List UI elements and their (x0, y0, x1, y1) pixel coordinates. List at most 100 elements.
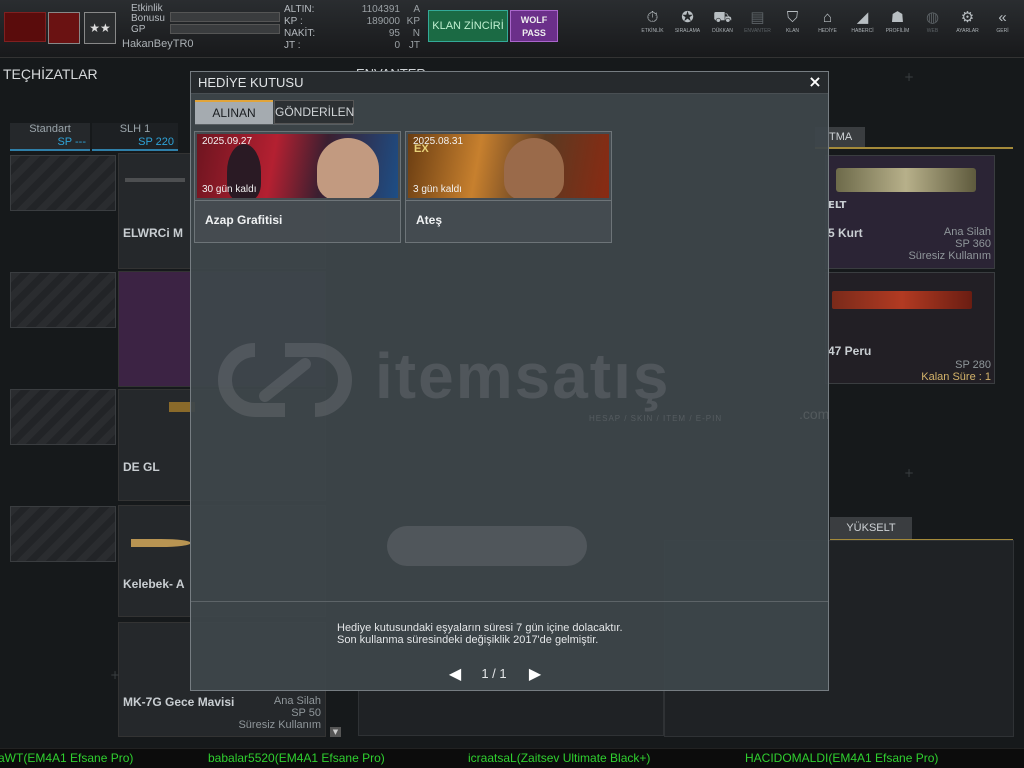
nav-label: KLAN (785, 28, 800, 34)
gift-days-left: 30 gün kaldı (202, 184, 257, 195)
tab-standart-label: Standart (29, 123, 71, 135)
elite-badge: ELT (828, 200, 847, 211)
tab-received[interactable]: ALINAN (195, 100, 273, 124)
profile-icon: ☗ (890, 9, 905, 26)
watermark-text: itemsatış (375, 340, 671, 412)
wolf-pass-label-1: WOLF (520, 15, 548, 25)
wolf-pass-button[interactable]: WOLF PASS (510, 10, 558, 42)
ticker-item: HACIDOMALDI(EM4A1 Efsane Pro) (745, 751, 939, 765)
currency-row-jt: JT :0 JT (284, 40, 420, 51)
nav-inventory[interactable]: ▤ ENVANTER (740, 8, 775, 34)
gift-date: 2025.09.27 (202, 136, 253, 147)
equipment-title: TEÇHİZATLAR (3, 66, 98, 82)
back-icon: « (998, 9, 1007, 26)
ticker-item: aWT(EM4A1 Efsane Pro) (0, 751, 134, 765)
wolf-pass-label-2: PASS (522, 28, 546, 38)
watermark-logo-icon (218, 343, 352, 417)
gear-icon: ⚙ (960, 9, 975, 26)
currency-row-cash: NAKİT: 95 N (284, 28, 420, 39)
gp-bar (170, 24, 280, 34)
equipment-slot[interactable] (10, 155, 116, 211)
weapon-name: MK-7G Gece Mavisi (123, 695, 235, 709)
expiry-note: Hediye kutusundaki eşyaların süresi 7 gü… (337, 622, 623, 646)
page-indicator: 1 / 1 (481, 666, 507, 681)
tab-upgrade[interactable]: YÜKSELT (830, 517, 912, 539)
divider (406, 200, 611, 201)
pagination: ◀ 1 / 1 ▶ (445, 664, 545, 686)
gp-label: GP (131, 24, 146, 35)
gift-item[interactable]: EX 2025.08.31 3 gün kaldı Ateş (405, 131, 612, 243)
tab-sent[interactable]: GÖNDERİLEN (274, 100, 354, 124)
gift-item[interactable]: 2025.09.27 30 gün kaldı Azap Grafitisi (194, 131, 401, 243)
top-bar: ★★ Etkinlik Bonusu GP HakanBeyTR0 ALTIN:… (0, 0, 1024, 58)
gift-image: EX 2025.08.31 3 gün kaldı (408, 134, 609, 198)
expiry-note-line-1: Hediye kutusundaki eşyaların süresi 7 gü… (337, 622, 623, 634)
weapon-meta: SP 280 Kalan Süre : 1 (921, 359, 991, 383)
currency-row-kp: KP :189000 KP (284, 16, 420, 27)
weapon-card[interactable]: ELT 5 Kurt Ana Silah SP 360 Süresiz Kull… (825, 155, 995, 269)
tab-standart-sp: SP --- (57, 136, 86, 148)
tab-slh1[interactable]: SLH 1 SP 220 (92, 123, 178, 151)
character-face (317, 138, 379, 198)
rank-badge[interactable] (48, 12, 80, 44)
gift-box-dialog: HEDİYE KUTUSU × ALINAN GÖNDERİLEN 2025.0… (190, 71, 829, 691)
footer-divider (191, 601, 828, 602)
blurred-background (387, 526, 587, 566)
equipment-slot[interactable] (10, 272, 116, 328)
gift-name: Ateş (416, 213, 443, 227)
nav-label: ENVANTER (744, 28, 771, 34)
shield-icon: ⛉ (786, 9, 799, 26)
weapon-card[interactable]: 47 Peru SP 280 Kalan Süre : 1 (825, 272, 995, 384)
next-page-button[interactable]: ▶ (525, 664, 545, 686)
inventory-footer (358, 690, 664, 736)
nav-profile[interactable]: ☗ PROFİLİM (880, 8, 915, 34)
gift-image: 2025.09.27 30 gün kaldı (197, 134, 398, 198)
weapon-name: DE GL (123, 460, 160, 474)
main-nav: ⏱ ETKİNLİK ✪ SIRALAMA ⛟ DÜKKAN ▤ ENVANTER ⛉ KLAN ⌂… (635, 8, 1020, 34)
tab-slh1-label: SLH 1 (119, 123, 151, 135)
plus-icon: + (110, 668, 121, 682)
clan-logo (4, 12, 46, 42)
nav-gear[interactable]: ⚙ AYARLAR (950, 8, 985, 34)
stars-badge[interactable]: ★★ (84, 12, 116, 44)
nav-gift[interactable]: ⌂ HEDİYE (810, 8, 845, 34)
inventory-icon: ▤ (750, 9, 765, 26)
divider (815, 147, 1013, 149)
weapon-name: 5 Kurt (828, 226, 863, 240)
bonus-label: Bonusu (131, 13, 165, 24)
weapon-name: 47 Peru (828, 344, 872, 358)
bonus-bar (170, 12, 280, 22)
plus-icon: + (904, 466, 915, 480)
nav-globe[interactable]: ◍ WEB (915, 8, 950, 34)
weapon-name: ELWRCi M (123, 226, 183, 240)
clan-chain-button[interactable]: KLAN ZİNCİRİ (428, 10, 508, 42)
expiry-note-line-2: Son kullanma süresindeki değişiklik 2017… (337, 634, 599, 646)
nav-shield[interactable]: ⛉ KLAN (775, 8, 810, 34)
equipment-slot[interactable] (10, 506, 116, 562)
equipment-slot[interactable] (10, 389, 116, 445)
watermark-subtext: HESAP / SKIN / ITEM / E-PIN (589, 414, 723, 423)
dialog-title-bar: HEDİYE KUTUSU × (191, 72, 828, 94)
tab-standart[interactable]: Standart SP --- (10, 123, 90, 151)
ticker-item: icraatsaL(Zaitsev Ultimate Black+) (468, 751, 651, 765)
nav-cart[interactable]: ⛟ DÜKKAN (705, 8, 740, 34)
stopwatch-icon: ⏱ (646, 9, 659, 26)
tab-slh1-sp: SP 220 (138, 136, 174, 148)
watermark: itemsatış HESAP / SKIN / ITEM / E-PIN .c… (215, 340, 829, 430)
chevron-down-icon[interactable]: ▼ (330, 727, 341, 737)
currency-row-gold: ALTIN: 1104391 A (284, 4, 420, 15)
gift-name: Azap Grafitisi (205, 213, 283, 227)
nav-label: WEB (926, 28, 939, 34)
medal-icon: ✪ (681, 9, 694, 26)
nav-label: SIRALAMA (674, 28, 701, 34)
close-button[interactable]: × (806, 73, 824, 91)
currency-panel: ALTIN: 1104391 A KP :189000 KP NAKİT: 95 N JT… (284, 4, 424, 56)
nav-label: ETKİNLİK (641, 28, 664, 34)
nav-label: GERİ (996, 28, 1009, 34)
nav-medal[interactable]: ✪ SIRALAMA (670, 8, 705, 34)
previous-page-button[interactable]: ◀ (445, 664, 465, 686)
nav-stopwatch[interactable]: ⏱ ETKİNLİK (635, 8, 670, 34)
character-face (504, 138, 564, 198)
nav-back[interactable]: « GERİ (985, 8, 1020, 34)
nav-megaphone[interactable]: ◢ HABERCİ (845, 8, 880, 34)
